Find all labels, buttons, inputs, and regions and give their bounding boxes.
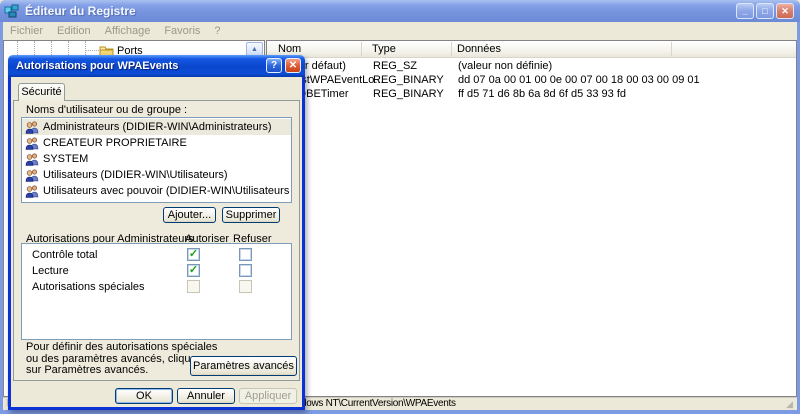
resize-grip[interactable]: ◢ — [786, 399, 797, 410]
value-data: dd 07 0a 00 01 00 0e 00 07 00 18 00 03 0… — [458, 74, 700, 86]
allow-checkbox[interactable] — [187, 248, 200, 261]
allow-checkbox — [187, 280, 200, 293]
list-header: Nom Type Données — [267, 41, 796, 58]
dialog-titlebar[interactable]: Autorisations pour WPAEvents ? ✕ — [8, 55, 305, 77]
deny-checkbox[interactable] — [239, 248, 252, 261]
column-separator[interactable] — [451, 42, 452, 56]
permission-row-autorisations-speciales: Autorisations spéciales — [22, 279, 291, 295]
tree-guide-line — [85, 50, 99, 51]
apply-button: Appliquer — [239, 388, 297, 404]
advanced-settings-button[interactable]: Paramètres avancés — [190, 356, 297, 376]
column-header-nom[interactable]: Nom — [278, 43, 301, 55]
user-item-administrateurs[interactable]: Administrateurs (DIDIER-WIN\Administrate… — [22, 119, 291, 135]
menu-affichage[interactable]: Affichage — [98, 24, 158, 38]
value-row[interactable]: OOBETimer REG_BINARY ff d5 71 d6 8b 6a 8… — [267, 88, 796, 102]
window-title: Éditeur du Registre — [25, 4, 136, 18]
menu-favoris[interactable]: Favoris — [157, 24, 207, 38]
regedit-window: Éditeur du Registre _ □ ✕ Fichier Editio… — [0, 0, 800, 414]
users-group-icon — [25, 185, 39, 198]
minimize-button[interactable]: _ — [736, 3, 754, 19]
deny-checkbox — [239, 280, 252, 293]
users-group-icon — [25, 137, 39, 150]
user-item-system[interactable]: SYSTEM — [22, 151, 291, 167]
dialog-title: Autorisations pour WPAEvents — [16, 60, 178, 72]
maximize-button[interactable]: □ — [756, 3, 774, 19]
dialog-close-button[interactable]: ✕ — [285, 58, 301, 73]
user-item-utilisateurs[interactable]: Utilisateurs (DIDIER-WIN\Utilisateurs) — [22, 167, 291, 183]
add-button[interactable]: Ajouter... — [163, 207, 216, 223]
column-header-donnees[interactable]: Données — [457, 43, 501, 55]
value-data: ff d5 71 d6 8b 6a 8d 6f d5 33 93 fd — [458, 88, 626, 100]
menu-fichier[interactable]: Fichier — [3, 24, 50, 38]
user-item-utilisateurs-avec-pouvoir[interactable]: Utilisateurs avec pouvoir (DIDIER-WIN\Ut… — [22, 183, 291, 199]
menu-edition[interactable]: Edition — [50, 24, 98, 38]
registry-icon — [4, 3, 20, 19]
ok-button[interactable]: OK — [115, 388, 173, 404]
user-item-label: Administrateurs (DIDIER-WIN\Administrate… — [43, 121, 272, 133]
permissions-dialog: Autorisations pour WPAEvents ? ✕ Sécurit… — [8, 55, 305, 410]
main-titlebar[interactable]: Éditeur du Registre _ □ ✕ — [0, 0, 800, 22]
permissions-listbox: Contrôle total Lecture Autorisations spé… — [21, 243, 292, 340]
column-header-type[interactable]: Type — [372, 43, 396, 55]
users-label: Noms d'utilisateur ou de groupe : — [26, 104, 187, 116]
value-type: REG_BINARY — [373, 88, 444, 100]
help-button[interactable]: ? — [266, 58, 282, 73]
user-item-label: SYSTEM — [43, 153, 88, 165]
value-data: (valeur non définie) — [458, 60, 552, 72]
registry-values-panel: Nom Type Données (par défaut) REG_SZ (va… — [266, 40, 797, 397]
permission-label: Lecture — [32, 265, 69, 277]
advanced-note: Pour définir des autorisations spéciales… — [26, 342, 217, 377]
tab-securite[interactable]: Sécurité — [18, 83, 65, 101]
user-item-label: CREATEUR PROPRIETAIRE — [43, 137, 187, 149]
window-border — [0, 22, 3, 414]
column-separator[interactable] — [361, 42, 362, 56]
remove-button[interactable]: Supprimer — [222, 207, 280, 223]
permission-label: Autorisations spéciales — [32, 281, 145, 293]
permission-row-lecture: Lecture — [22, 263, 291, 279]
close-button[interactable]: ✕ — [776, 3, 794, 19]
deny-checkbox[interactable] — [239, 264, 252, 277]
window-border — [0, 410, 800, 414]
users-listbox: Administrateurs (DIDIER-WIN\Administrate… — [21, 117, 292, 203]
menu-aide[interactable]: ? — [207, 24, 227, 38]
users-group-icon — [25, 153, 39, 166]
value-row[interactable]: (par défaut) REG_SZ (valeur non définie) — [267, 60, 796, 74]
user-item-label: Utilisateurs (DIDIER-WIN\Utilisateurs) — [43, 169, 228, 181]
users-group-icon — [25, 169, 39, 182]
permission-row-controle-total: Contrôle total — [22, 247, 291, 263]
value-type: REG_SZ — [373, 60, 417, 72]
allow-checkbox[interactable] — [187, 264, 200, 277]
users-group-icon — [25, 121, 39, 134]
user-item-label: Utilisateurs avec pouvoir (DIDIER-WIN\Ut… — [43, 185, 291, 197]
user-item-createur[interactable]: CREATEUR PROPRIETAIRE — [22, 135, 291, 151]
value-type: REG_BINARY — [373, 74, 444, 86]
permission-label: Contrôle total — [32, 249, 97, 261]
column-separator[interactable] — [671, 42, 672, 56]
menu-bar: Fichier Edition Affichage Favoris ? — [3, 22, 797, 40]
dialog-body: Sécurité Noms d'utilisateur ou de groupe… — [8, 77, 305, 410]
cancel-button[interactable]: Annuler — [177, 388, 235, 404]
value-row[interactable]: LastWPAEventLo... REG_BINARY dd 07 0a 00… — [267, 74, 796, 88]
